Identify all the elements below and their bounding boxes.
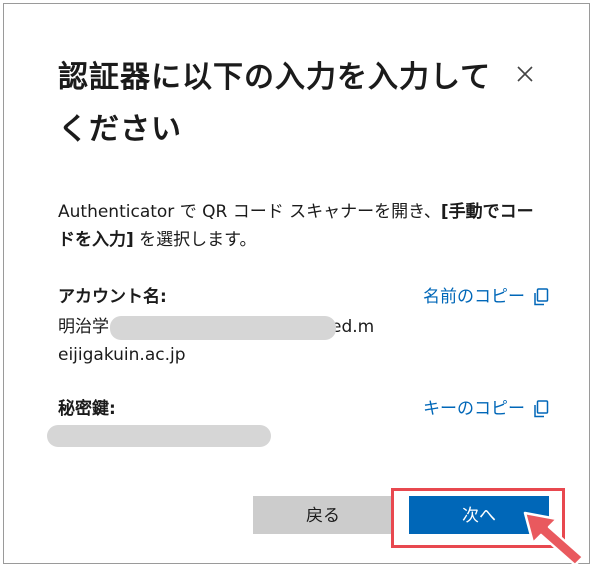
redacted-secret-key <box>47 425 271 447</box>
redacted-account <box>110 316 336 340</box>
account-name-value-line2: eijigakuin.ac.jp <box>58 345 186 365</box>
copy-name-link[interactable]: 名前のコピー <box>423 285 549 309</box>
back-button[interactable]: 戻る <box>253 496 393 534</box>
account-name-suffix: ed.m <box>331 317 375 337</box>
pointer-arrow-icon <box>523 511 585 567</box>
instructions: Authenticator で QR コード スキャナーを開き、[手動でコードを… <box>58 198 548 254</box>
copy-icon <box>534 400 549 418</box>
copy-key-link[interactable]: キーのコピー <box>423 397 549 421</box>
copy-key-label: キーのコピー <box>423 399 525 419</box>
account-name-label: アカウント名: <box>58 287 167 307</box>
account-name-prefix: 明治学 <box>58 317 109 337</box>
dialog-title: 認証器に以下の入力を入力してください <box>58 60 492 147</box>
instructions-text-end: を選択します。 <box>133 230 257 250</box>
close-icon[interactable] <box>513 62 537 86</box>
copy-name-label: 名前のコピー <box>423 287 525 307</box>
copy-icon <box>534 288 549 306</box>
secret-key-label: 秘密鍵: <box>58 399 116 419</box>
instructions-text: Authenticator で QR コード スキャナーを開き、 <box>58 202 441 222</box>
